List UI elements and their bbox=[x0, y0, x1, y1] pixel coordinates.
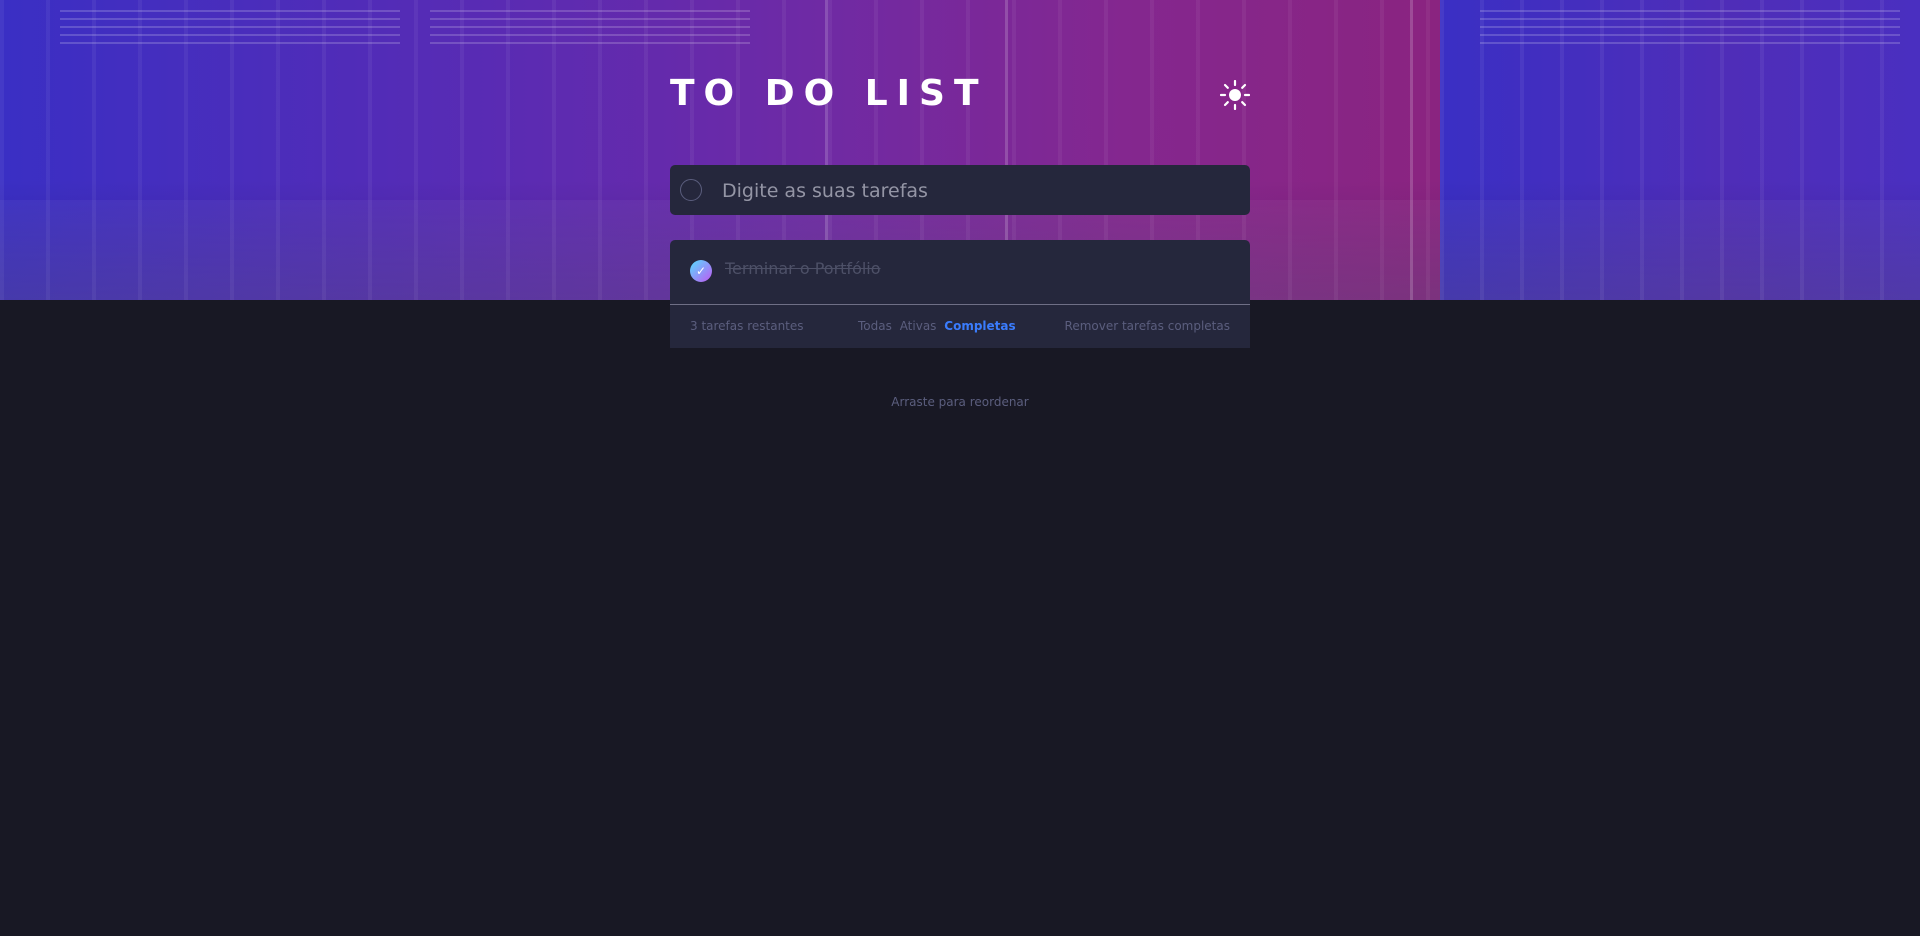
page-title: TO DO LIST bbox=[670, 73, 988, 114]
hero-image-repeat bbox=[1440, 0, 1920, 300]
task-list: ✓ Terminar o Portfólio 3 tarefas restant… bbox=[670, 240, 1250, 348]
filter-active[interactable]: Ativas bbox=[900, 319, 937, 333]
drag-hint: Arraste para reordenar bbox=[891, 395, 1029, 409]
filter-all[interactable]: Todas bbox=[858, 319, 892, 333]
new-task-check-circle[interactable] bbox=[680, 179, 702, 201]
filter-completed[interactable]: Completas bbox=[944, 319, 1015, 333]
check-icon[interactable]: ✓ bbox=[690, 260, 712, 282]
clear-completed-button[interactable]: Remover tarefas completas bbox=[1065, 305, 1230, 348]
task-text: Terminar o Portfólio bbox=[725, 259, 881, 278]
new-task-input[interactable] bbox=[720, 165, 1234, 217]
task-item[interactable]: ✓ Terminar o Portfólio bbox=[670, 240, 1250, 305]
sun-icon bbox=[1219, 79, 1251, 111]
header: TO DO LIST bbox=[670, 72, 1251, 116]
theme-toggle-button[interactable] bbox=[1219, 79, 1251, 111]
filter-tabs: Todas Ativas Completas bbox=[858, 305, 1020, 348]
tasks-remaining-count: 3 tarefas restantes bbox=[690, 319, 804, 333]
list-footer: 3 tarefas restantes Todas Ativas Complet… bbox=[670, 305, 1250, 348]
new-task-bar bbox=[670, 165, 1250, 217]
